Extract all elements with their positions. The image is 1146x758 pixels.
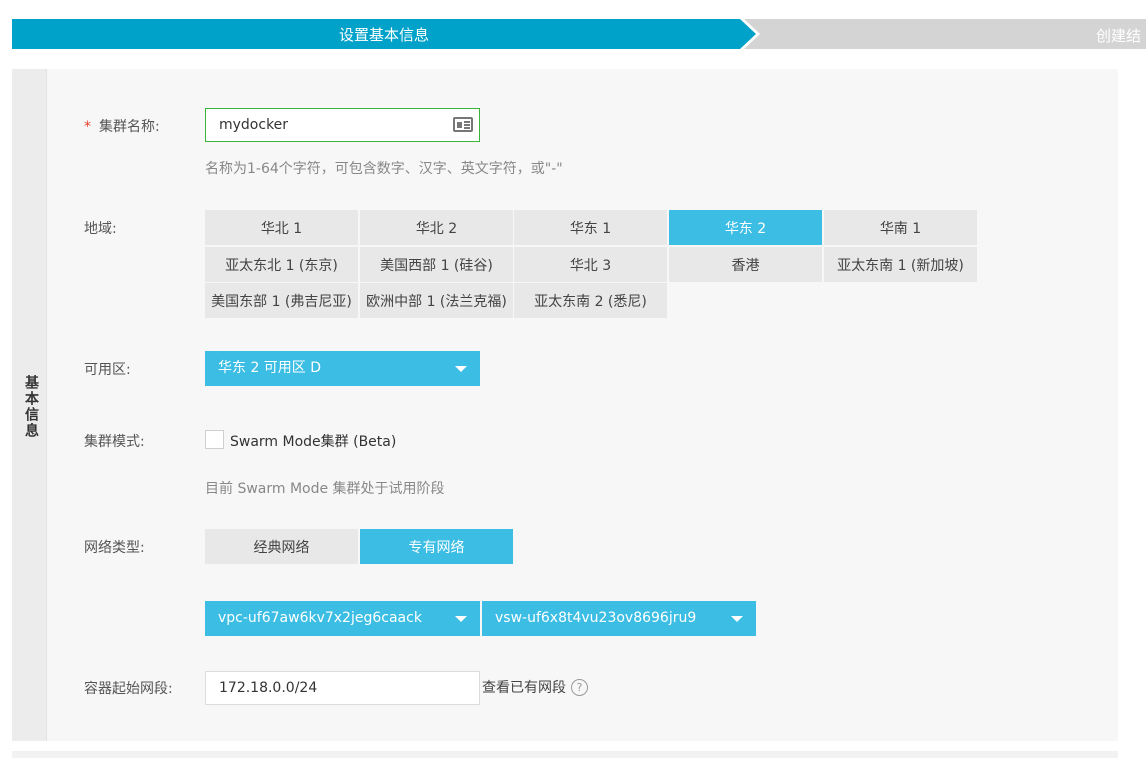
region-label: 地域: [84,221,117,237]
swarm-mode-checkbox[interactable] [205,430,224,449]
step-basic-info-label: 设置基本信息 [338,25,429,44]
region-option[interactable]: 华北 1 [205,210,358,245]
zone-selected-value: 华东 2 可用区 D [218,360,322,376]
cluster-name-input[interactable]: mydocker [205,108,480,142]
cluster-name-label: * 集群名称: [84,116,160,136]
required-mark: * [84,119,91,135]
next-section-edge [12,751,1118,758]
zone-label: 可用区: [84,362,131,378]
region-option[interactable]: 华南 1 [824,210,977,245]
region-option[interactable]: 亚太东南 2 (悉尼) [514,283,667,318]
container-cidr-label: 容器起始网段: [84,681,173,697]
step-progress-bar: 设置基本信息 创建结 [12,19,1146,49]
region-option-selected[interactable]: 华东 2 [669,210,822,245]
chevron-down-icon [455,616,467,622]
view-existing-cidr-label: 查看已有网段 [482,680,566,696]
region-selector: 华北 1 华北 2 华东 1 华东 2 华南 1 亚太东北 1 (东京) 美国西… [205,210,977,320]
chevron-down-icon [731,616,743,622]
zone-dropdown[interactable]: 华东 2 可用区 D [205,351,480,386]
step-basic-info: 设置基本信息 [12,19,756,49]
vpc-dropdown[interactable]: vpc-uf67aw6kv7x2jeg6caack [205,601,480,636]
network-option-classic[interactable]: 经典网络 [205,529,358,564]
contact-card-icon[interactable] [453,117,473,132]
basic-info-section: 基本信息 [12,69,1118,741]
chevron-down-icon [455,366,467,372]
network-type-label: 网络类型: [84,540,145,556]
cluster-mode-hint: 目前 Swarm Mode 集群处于试用阶段 [205,481,445,497]
view-existing-cidr-link[interactable]: 查看已有网段? [482,677,588,697]
section-side-tab-label: 基本信息 [23,375,39,439]
container-cidr-input[interactable]: 172.18.0.0/24 [205,671,480,705]
cluster-name-label-text: 集群名称: [99,119,160,135]
step-create: 创建结 [744,19,1146,49]
cluster-name-hint: 名称为1-64个字符，可包含数字、汉字、英文字符，或"-" [205,161,563,177]
region-option[interactable]: 华东 1 [514,210,667,245]
section-side-tab: 基本信息 [12,69,47,741]
region-option[interactable]: 华北 3 [514,247,667,282]
region-option[interactable]: 香港 [669,247,822,282]
region-option[interactable]: 亚太东南 1 (新加坡) [824,247,977,282]
swarm-mode-checkbox-label[interactable]: Swarm Mode集群 (Beta) [230,431,396,451]
region-option[interactable]: 美国西部 1 (硅谷) [360,247,513,282]
network-option-vpc[interactable]: 专有网络 [360,529,513,564]
cluster-name-value: mydocker [219,117,289,133]
region-option[interactable]: 华北 2 [360,210,513,245]
container-cidr-value: 172.18.0.0/24 [219,680,318,696]
region-option[interactable]: 美国东部 1 (弗吉尼亚) [205,283,358,318]
region-option[interactable]: 欧洲中部 1 (法兰克福) [360,283,513,318]
step-create-label: 创建结 [1096,27,1142,45]
vpc-selected-value: vpc-uf67aw6kv7x2jeg6caack [218,610,422,626]
cluster-mode-label: 集群模式: [84,434,145,450]
help-icon[interactable]: ? [571,679,588,696]
vswitch-dropdown[interactable]: vsw-uf6x8t4vu23ov8696jru9 [482,601,756,636]
vswitch-selected-value: vsw-uf6x8t4vu23ov8696jru9 [495,610,697,626]
region-option[interactable]: 亚太东北 1 (东京) [205,247,358,282]
